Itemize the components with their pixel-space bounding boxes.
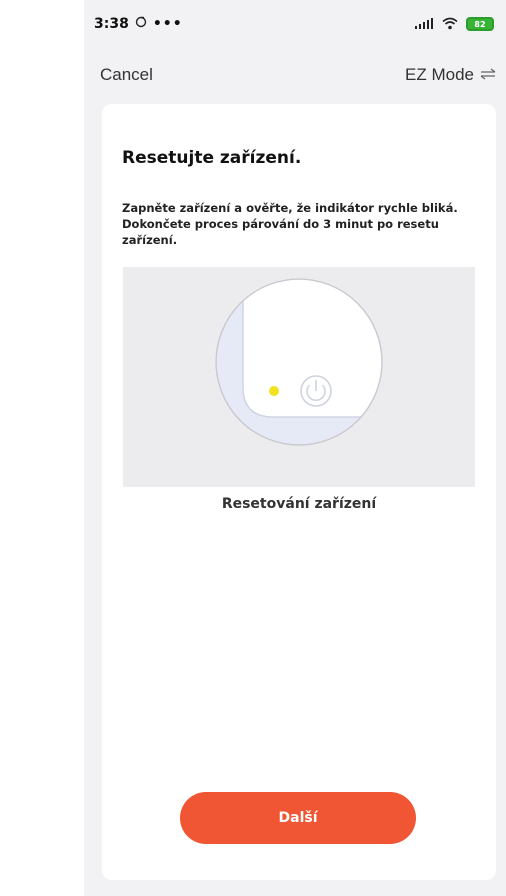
instructions-line-2: Dokončete proces párování do 3 minut po … [122, 217, 439, 247]
ez-mode-switch[interactable]: EZ Mode [405, 65, 496, 85]
indicator-light [269, 386, 279, 396]
page-title: Resetujte zařízení. [122, 148, 302, 168]
signal-icon [414, 15, 434, 34]
phone-screen: 3:38 ••• 82 Cancel EZ Mode Resetujte zař… [84, 0, 506, 896]
ez-mode-label: EZ Mode [405, 65, 474, 84]
instructions-line-1: Zapněte zařízení a ověřte, že indikátor … [122, 201, 458, 215]
sync-icon [135, 16, 147, 32]
status-bar: 3:38 ••• 82 [84, 0, 506, 48]
illustration-caption: Resetování zařízení [221, 496, 377, 512]
cancel-button[interactable]: Cancel [100, 65, 153, 85]
status-right: 82 [414, 15, 494, 34]
wifi-icon [442, 15, 458, 34]
device-illustration [123, 267, 475, 487]
content-card: Resetujte zařízení. Zapněte zařízení a o… [102, 104, 496, 880]
status-left: 3:38 ••• [94, 16, 183, 32]
next-button[interactable]: Další [180, 792, 416, 844]
battery-icon: 82 [466, 17, 494, 31]
more-notifications-icon: ••• [152, 16, 183, 32]
instructions-text: Zapněte zařízení a ověřte, že indikátor … [122, 200, 494, 248]
status-time: 3:38 [94, 16, 129, 32]
switch-arrows-icon [480, 65, 496, 85]
nav-bar: Cancel EZ Mode [84, 60, 506, 90]
